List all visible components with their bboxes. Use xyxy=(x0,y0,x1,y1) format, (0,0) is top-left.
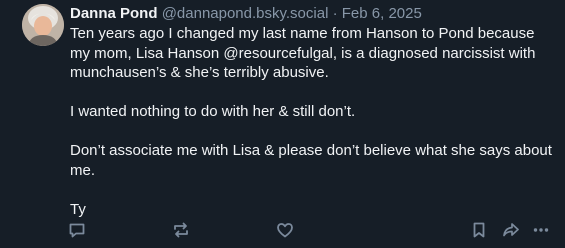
repost-button[interactable] xyxy=(170,219,192,241)
post-paragraph: Don’t associate me with Lisa & please do… xyxy=(70,142,552,179)
post-paragraph: Ty xyxy=(70,200,86,218)
reply-icon xyxy=(69,223,85,238)
header-separator: · xyxy=(332,5,338,22)
repost-icon xyxy=(174,222,188,238)
share-button[interactable] xyxy=(500,219,522,241)
bookmark-button[interactable] xyxy=(468,219,490,241)
post-header: Danna Pond @dannapond.bsky.social · Feb … xyxy=(70,4,422,24)
more-icon xyxy=(533,228,549,232)
avatar-image xyxy=(22,4,64,46)
author-handle[interactable]: @dannapond.bsky.social xyxy=(162,5,329,22)
bookmark-icon xyxy=(473,222,485,238)
post-paragraph: I wanted nothing to do with her & still … xyxy=(70,103,356,120)
like-icon xyxy=(277,223,293,238)
post-content: Ten years ago I changed my last name fro… xyxy=(70,24,556,219)
reply-button[interactable] xyxy=(66,219,88,241)
author-name[interactable]: Danna Pond xyxy=(70,5,158,22)
share-icon xyxy=(503,223,519,237)
more-options-button[interactable] xyxy=(530,219,552,241)
post-actions xyxy=(0,219,565,241)
post-paragraph: Ten years ago I changed my last name fro… xyxy=(70,25,536,81)
like-button[interactable] xyxy=(274,219,296,241)
avatar[interactable] xyxy=(22,4,64,46)
post-date[interactable]: Feb 6, 2025 xyxy=(342,5,422,22)
